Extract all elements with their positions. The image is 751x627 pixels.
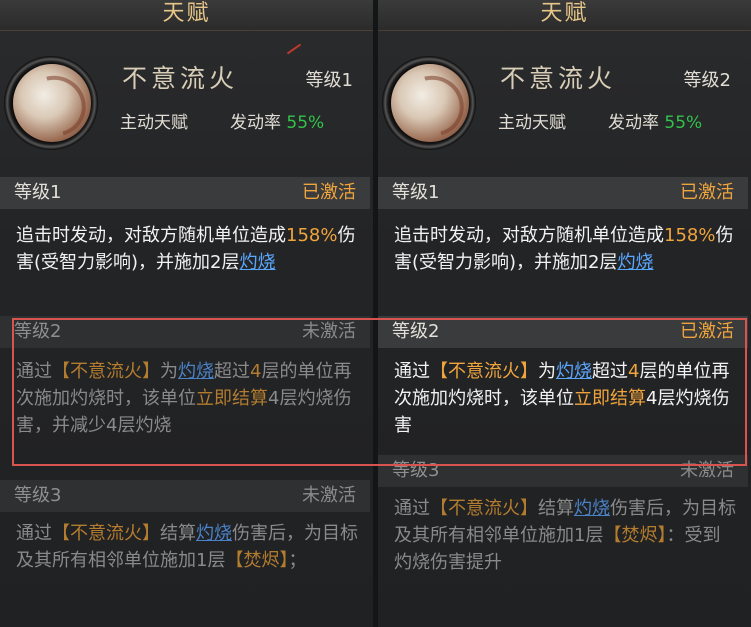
- skill-type: 主动天赋: [120, 113, 188, 133]
- level3-description: 通过【不意流火】结算灼烧伤害后，为目标及其所有相邻单位施加1层【焚烬】：受到灼烧…: [394, 498, 736, 573]
- burn-link[interactable]: 灼烧: [574, 498, 610, 519]
- burn-link[interactable]: 灼烧: [240, 252, 276, 273]
- trigger-rate-value: 55%: [664, 113, 703, 133]
- section-status: 已激活: [680, 182, 734, 203]
- comparison-highlight-box: [12, 318, 747, 466]
- trigger-rate: 发动率 55%: [608, 112, 702, 134]
- talent-panel-level1: 天赋 不意流火 等级1 主动天赋 发动率 55% 等级1 已激活 追击时发动，对…: [0, 0, 373, 627]
- skill-name: 不意流火: [500, 64, 617, 93]
- level1-description: 追击时发动，对敌方随机单位造成158%伤害(受智力影响)，并施加2层灼烧: [16, 225, 356, 273]
- level1-description: 追击时发动，对敌方随机单位造成158%伤害(受智力影响)，并施加2层灼烧: [394, 225, 734, 273]
- section-status: 未激活: [302, 485, 356, 506]
- level1-section-header[interactable]: 等级1 已激活: [0, 177, 370, 209]
- skill-type: 主动天赋: [498, 113, 566, 133]
- tab-title: 天赋: [162, 1, 211, 26]
- level3-section-header[interactable]: 等级3 未激活: [0, 480, 370, 512]
- section-label: 等级1: [14, 182, 62, 203]
- title-bar: 天赋: [378, 0, 751, 31]
- tab-title: 天赋: [540, 1, 589, 26]
- accent-mark: [286, 43, 302, 55]
- skill-name: 不意流火: [122, 64, 239, 93]
- trigger-rate-label: 发动率: [608, 113, 659, 133]
- level3-description: 通过【不意流火】结算灼烧伤害后，为目标及其所有相邻单位施加1层【焚烬】；: [16, 523, 358, 571]
- section-label: 等级1: [392, 182, 440, 203]
- trigger-rate-label: 发动率: [230, 113, 281, 133]
- talent-panel-level2: 天赋 不意流火 等级2 主动天赋 发动率 55% 等级1 已激活 追击时发动，对…: [378, 0, 751, 627]
- trigger-rate: 发动率 55%: [230, 112, 324, 134]
- level-label: 等级2: [683, 70, 731, 91]
- section-label: 等级3: [14, 485, 62, 506]
- burn-link[interactable]: 灼烧: [196, 523, 232, 544]
- burn-link[interactable]: 灼烧: [618, 252, 654, 273]
- level-label: 等级1: [305, 70, 353, 91]
- trigger-rate-value: 55%: [286, 113, 325, 133]
- section-status: 已激活: [302, 182, 356, 203]
- title-bar: 天赋: [0, 0, 373, 31]
- level1-section-header[interactable]: 等级1 已激活: [378, 177, 748, 209]
